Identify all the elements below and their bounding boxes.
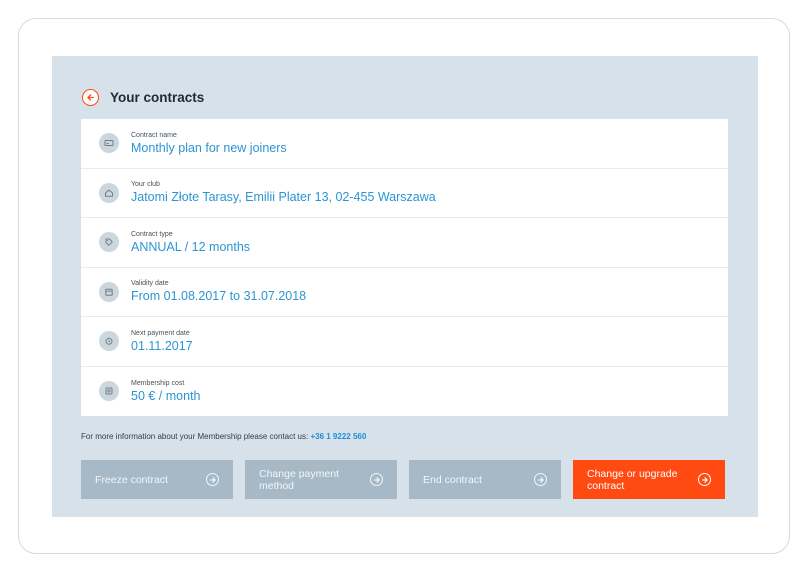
contracts-panel: Your contracts Contract name Monthly pla… [52,56,758,517]
row-label: Validity date [131,280,169,288]
next-payment-row: Next payment date 01.11.2017 [81,317,728,367]
club-row: Your club Jatomi Złote Tarasy, Emilii Pl… [81,169,728,218]
contact-info: For more information about your Membersh… [81,432,366,441]
money-icon [99,381,119,402]
freeze-contract-button[interactable]: Freeze contract [81,460,233,499]
arrow-right-icon [534,473,547,486]
row-value: 01.11.2017 [131,338,193,353]
contracts-header: Your contracts [82,87,204,107]
clock-icon [99,331,119,352]
end-contract-button[interactable]: End contract [409,460,561,499]
change-or-upgrade-contract-button[interactable]: Change or upgrade contract [573,460,725,499]
row-value: 50 € / month [131,388,201,403]
arrow-right-icon [370,473,383,486]
membership-cost-row: Membership cost 50 € / month [81,367,728,417]
change-payment-method-button[interactable]: Change payment method [245,460,397,499]
calendar-icon [99,281,119,302]
action-buttons: Freeze contract Change payment method En… [81,460,725,499]
arrow-right-icon [698,473,711,486]
row-label: Your club [131,181,160,189]
button-label: Freeze contract [95,473,168,486]
row-value: From 01.08.2017 to 31.07.2018 [131,289,307,304]
button-label: End contract [423,473,482,486]
arrow-left-icon [87,93,94,101]
button-label: Change payment method [259,467,339,492]
row-label: Contract name [131,131,177,139]
arrow-right-icon [206,473,219,486]
row-label: Membership cost [131,379,185,387]
row-label: Contract type [131,230,173,238]
row-value: Monthly plan for new joiners [131,140,287,155]
contract-name-row: Contract name Monthly plan for new joine… [81,119,728,169]
validity-date-row: Validity date From 01.08.2017 to 31.07.2… [81,268,728,317]
row-label: Next payment date [131,329,190,337]
row-value: Jatomi Złote Tarasy, Emilii Plater 13, 0… [131,190,436,205]
card-icon [99,133,119,154]
contact-phone-link[interactable]: +36 1 9222 560 [310,432,366,441]
contract-type-row: Contract type ANNUAL / 12 months [81,218,728,268]
contact-info-text: For more information about your Membersh… [81,432,311,441]
row-value: ANNUAL / 12 months [131,239,251,254]
page-title: Your contracts [110,89,205,105]
contract-details-card: Contract name Monthly plan for new joine… [81,119,728,416]
back-button[interactable] [82,88,99,106]
home-icon [99,182,119,203]
button-label: Change or upgrade contract [587,467,678,492]
tag-icon [99,232,119,253]
